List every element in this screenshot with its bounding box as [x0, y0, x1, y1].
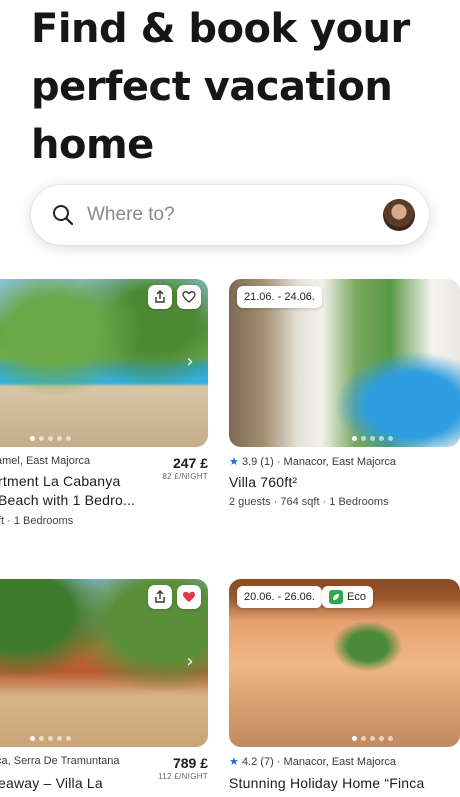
- listing-title[interactable]: Stunning Holiday Home “Finca: [229, 775, 424, 791]
- eco-label: Eco: [347, 591, 366, 603]
- chevron-right-icon[interactable]: ›: [180, 352, 200, 372]
- heart-filled-icon: [183, 591, 195, 602]
- chevron-right-icon[interactable]: ›: [180, 652, 200, 672]
- favorite-button[interactable]: [177, 585, 201, 609]
- favorite-button[interactable]: [177, 285, 201, 309]
- listing-title[interactable]: rtment La Cabanya: [0, 473, 120, 489]
- listing-location: amel, East Majorca: [0, 455, 91, 467]
- listing-title[interactable]: eaway – Villa La: [0, 775, 103, 791]
- listing-title[interactable]: Villa 760ft²: [229, 474, 297, 490]
- listing-price: 789 £: [172, 755, 208, 771]
- heart-icon: [182, 291, 196, 303]
- search-bar[interactable]: [31, 185, 429, 245]
- review-count: (7): [260, 756, 274, 768]
- listing-price: 247 £: [172, 455, 208, 471]
- listing-location: · Manacor, East Majorca: [276, 756, 397, 768]
- search-input[interactable]: [87, 197, 367, 233]
- listing-rating-location: ★ 4.2 (7) · Manacor, East Majorca: [229, 755, 396, 768]
- star-icon: ★: [229, 456, 239, 468]
- share-icon: [155, 590, 165, 603]
- page-title: Find & book your perfect vacation home: [31, 6, 410, 168]
- date-badge: 21.06. - 24.06.: [237, 286, 322, 308]
- listing-title-line-2[interactable]: Beach with 1 Bedro...: [0, 492, 135, 508]
- image-pager: [352, 736, 393, 741]
- star-icon: ★: [229, 756, 239, 768]
- image-pager: [30, 736, 71, 741]
- listing-rating-location: ★ 3.9 (1) · Manacor, East Majorca: [229, 455, 396, 468]
- review-count: (1): [260, 456, 274, 468]
- date-badge: 20.06. - 26.06.: [237, 586, 322, 608]
- leaf-icon: [329, 590, 343, 604]
- listing-price-per-night: 112 £/NIGHT: [158, 772, 208, 781]
- listing-price-per-night: 82 £/NIGHT: [162, 472, 208, 481]
- avatar[interactable]: [383, 199, 415, 231]
- share-button[interactable]: [148, 285, 172, 309]
- listing-details: 2 guests · 764 sqft · 1 Bedrooms: [229, 496, 389, 508]
- share-icon: [155, 290, 165, 303]
- image-pager: [352, 436, 393, 441]
- image-pager: [30, 436, 71, 441]
- rating-value: 4.2: [241, 756, 258, 768]
- listing-details: ft · 1 Bedrooms: [0, 515, 74, 527]
- search-icon: [53, 205, 74, 226]
- listing-location: ça, Serra De Tramuntana: [0, 755, 120, 767]
- rating-value: 3.9: [241, 456, 258, 468]
- listing-location: · Manacor, East Majorca: [276, 456, 397, 468]
- eco-badge: Eco: [322, 586, 373, 608]
- share-button[interactable]: [148, 585, 172, 609]
